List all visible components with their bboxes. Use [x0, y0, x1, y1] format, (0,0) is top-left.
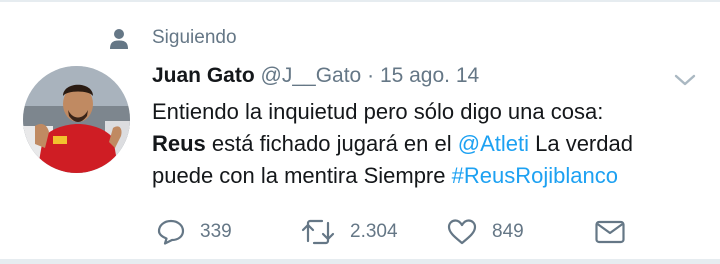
retweet-button[interactable]: 2.304: [300, 210, 398, 254]
like-count: 849: [492, 221, 524, 242]
reply-icon: [157, 219, 185, 245]
hashtag-link[interactable]: #ReusRojiblanco: [452, 163, 618, 188]
tweet-text-line-2: Reus está fichado jugará en el @Atleti L…: [152, 128, 712, 160]
social-context[interactable]: Siguiendo: [109, 26, 237, 52]
author-name[interactable]: Juan Gato: [152, 64, 255, 87]
bottom-divider: [0, 259, 720, 264]
tweet-card[interactable]: Siguiendo Juan Gato @J__Gato · 15 ago. 1…: [0, 0, 720, 264]
social-context-label: Siguiendo: [152, 27, 237, 48]
avatar[interactable]: [23, 66, 130, 173]
tweet-text-line-1: Entiendo la inquietud pero sólo digo una…: [152, 99, 604, 124]
separator-dot: ·: [367, 64, 375, 87]
like-button[interactable]: 849: [446, 210, 524, 254]
tweet-date[interactable]: 15 ago. 14: [380, 64, 479, 87]
bold-keyword: Reus: [152, 131, 206, 156]
retweet-icon: [301, 219, 335, 245]
tweet-text-segment: está fichado jugará en el: [205, 131, 458, 156]
tweet-text: Entiendo la inquietud pero sólo digo una…: [152, 96, 712, 192]
reply-count: 339: [200, 221, 232, 242]
tweet-text-line-3: puede con la mentira Siempre #ReusRojibl…: [152, 160, 712, 192]
reply-button[interactable]: 339: [156, 210, 232, 254]
direct-message-button[interactable]: [594, 210, 626, 254]
retweet-count: 2.304: [350, 221, 398, 242]
tweet-text-segment: puede con la mentira Siempre: [152, 163, 452, 188]
tweet-header: Juan Gato @J__Gato · 15 ago. 14: [152, 64, 479, 88]
envelope-icon: [595, 220, 625, 244]
action-bar: 339 2.304 849: [0, 210, 720, 254]
mention-link[interactable]: @Atleti: [458, 131, 529, 156]
top-divider: [0, 0, 720, 2]
heart-icon: [447, 219, 477, 245]
chevron-down-icon[interactable]: [672, 72, 698, 88]
tweet-text-segment: La verdad: [529, 131, 633, 156]
author-handle[interactable]: @J__Gato: [261, 64, 362, 87]
person-icon: [110, 29, 128, 49]
